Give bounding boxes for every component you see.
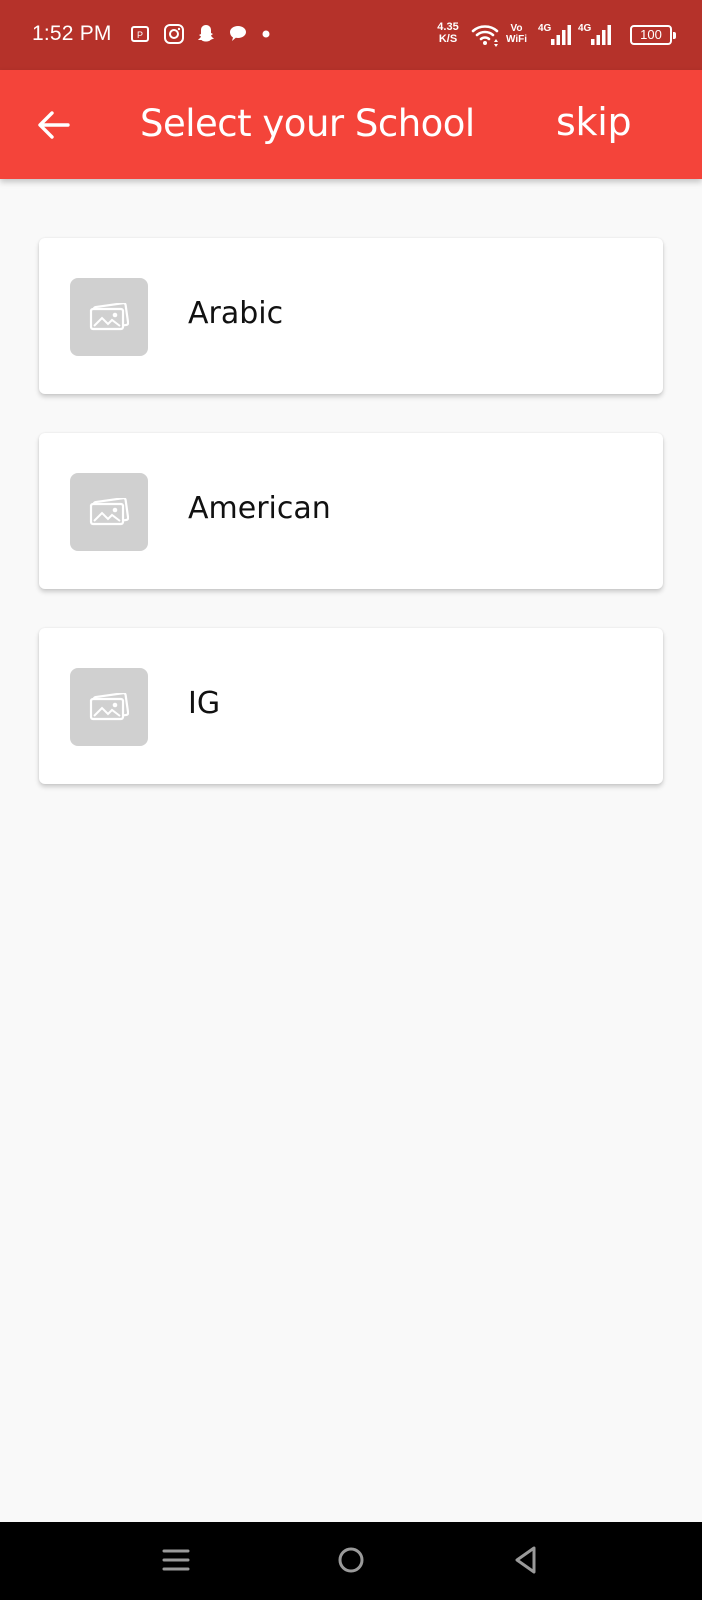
image-placeholder-icon — [89, 498, 129, 526]
home-icon[interactable] — [333, 1542, 369, 1578]
school-card-ig[interactable]: IG — [39, 628, 663, 784]
instagram-icon — [164, 24, 184, 44]
school-thumbnail — [70, 668, 148, 746]
battery-icon: 100 — [630, 25, 676, 45]
wifi-icon — [471, 25, 499, 47]
image-placeholder-icon — [89, 303, 129, 331]
page-title: Select your School — [140, 102, 475, 145]
signal-icon-sim2 — [591, 25, 611, 45]
skip-button[interactable]: skip — [556, 100, 632, 144]
school-card-american[interactable]: American — [39, 433, 663, 589]
school-name: IG — [188, 686, 221, 721]
school-name: Arabic — [188, 296, 284, 331]
chat-bubble-icon — [230, 26, 246, 41]
school-name: American — [188, 491, 331, 526]
snapchat-icon — [198, 25, 214, 42]
svg-text:P: P — [137, 30, 143, 40]
school-thumbnail — [70, 473, 148, 551]
vowifi-bottom: WiFi — [506, 34, 528, 45]
school-card-arabic[interactable]: Arabic — [39, 238, 663, 394]
school-thumbnail — [70, 278, 148, 356]
net-speed-unit: K/S — [438, 33, 458, 45]
system-nav-bar — [0, 1522, 702, 1600]
system-status-icons: 4.35 K/S Vo WiFi 4G 4G 100 — [432, 18, 676, 52]
arrow-left-icon — [38, 111, 70, 139]
vowifi-top: Vo — [510, 23, 523, 34]
app-bar: Select your School skip — [0, 70, 702, 179]
net-speed: 4.35 K/S — [432, 21, 464, 45]
back-button[interactable] — [34, 105, 74, 145]
pocket-app-icon: P — [131, 26, 149, 42]
notification-dot-icon — [262, 30, 270, 38]
status-bar: 1:52 PM P 4.35 K/S Vo WiFi 4G 4G 100 — [0, 0, 702, 70]
net-speed-value: 4.35 — [437, 21, 459, 33]
status-time: 1:52 PM — [32, 22, 112, 45]
recents-icon[interactable] — [158, 1542, 194, 1578]
vowifi-label: Vo WiFi — [506, 23, 527, 45]
image-placeholder-icon — [89, 693, 129, 721]
signal-icon — [551, 25, 571, 45]
back-triangle-icon[interactable] — [508, 1542, 544, 1578]
